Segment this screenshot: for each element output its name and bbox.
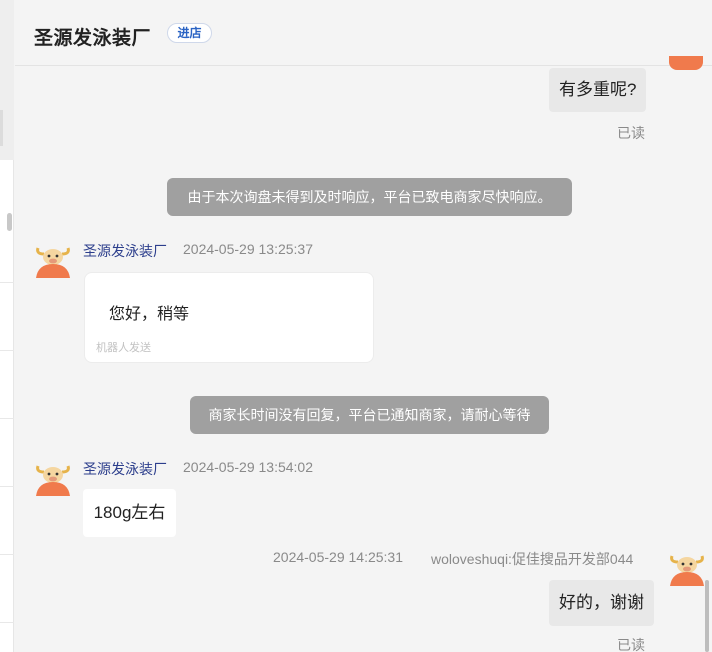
message-timestamp: 2024-05-29 14:25:31 <box>273 549 403 565</box>
sidebar-selected-marker <box>0 110 3 146</box>
outgoing-message-bubble: 好的，谢谢 <box>549 580 654 626</box>
sidebar-divider <box>0 622 14 623</box>
bull-mascot-icon <box>670 555 704 586</box>
user-avatar-partial <box>669 56 703 70</box>
page-title: 圣源发泳装厂 <box>34 28 152 49</box>
system-notice: 由于本次询盘未得到及时响应，平台已致电商家尽快响应。 <box>167 178 572 216</box>
sidebar-scrollbar[interactable] <box>7 213 12 231</box>
user-avatar[interactable] <box>668 548 706 586</box>
enter-store-button[interactable]: 进店 <box>167 23 212 43</box>
merchant-avatar[interactable] <box>34 458 72 496</box>
message-timestamp: 2024-05-29 13:25:37 <box>183 241 313 257</box>
sidebar-divider <box>0 554 14 555</box>
system-notice: 商家长时间没有回复，平台已通知商家，请耐心等待 <box>190 396 549 434</box>
incoming-message-card: 您好，稍等 机器人发送 <box>84 272 374 363</box>
chat-header: 圣源发泳装厂 进店 <box>15 0 712 66</box>
message-timestamp: 2024-05-29 13:54:02 <box>183 459 313 475</box>
bull-mascot-icon <box>36 247 70 278</box>
message-sender: woloveshuqi:促佳搜品开发部044 <box>431 551 634 567</box>
bull-mascot-icon <box>36 465 70 496</box>
outgoing-message-bubble: 有多重呢? <box>549 68 647 112</box>
read-status: 已读 <box>617 637 645 652</box>
incoming-message-bubble: 180g左右 <box>83 489 176 537</box>
sidebar-divider <box>0 282 14 283</box>
merchant-avatar[interactable] <box>34 240 72 278</box>
message-sender: 圣源发泳装厂 <box>83 243 167 259</box>
sidebar-divider <box>0 350 14 351</box>
chat-scrollbar-thumb[interactable] <box>705 580 709 652</box>
sidebar-divider <box>0 418 14 419</box>
sidebar-divider <box>0 486 14 487</box>
chat-scrollbar-track[interactable] <box>704 66 712 652</box>
conversation-sidebar <box>0 0 14 652</box>
message-sender: 圣源发泳装厂 <box>83 461 167 477</box>
read-status: 已读 <box>617 125 645 141</box>
robot-sent-note: 机器人发送 <box>96 342 151 354</box>
message-text: 您好，稍等 <box>109 306 190 323</box>
